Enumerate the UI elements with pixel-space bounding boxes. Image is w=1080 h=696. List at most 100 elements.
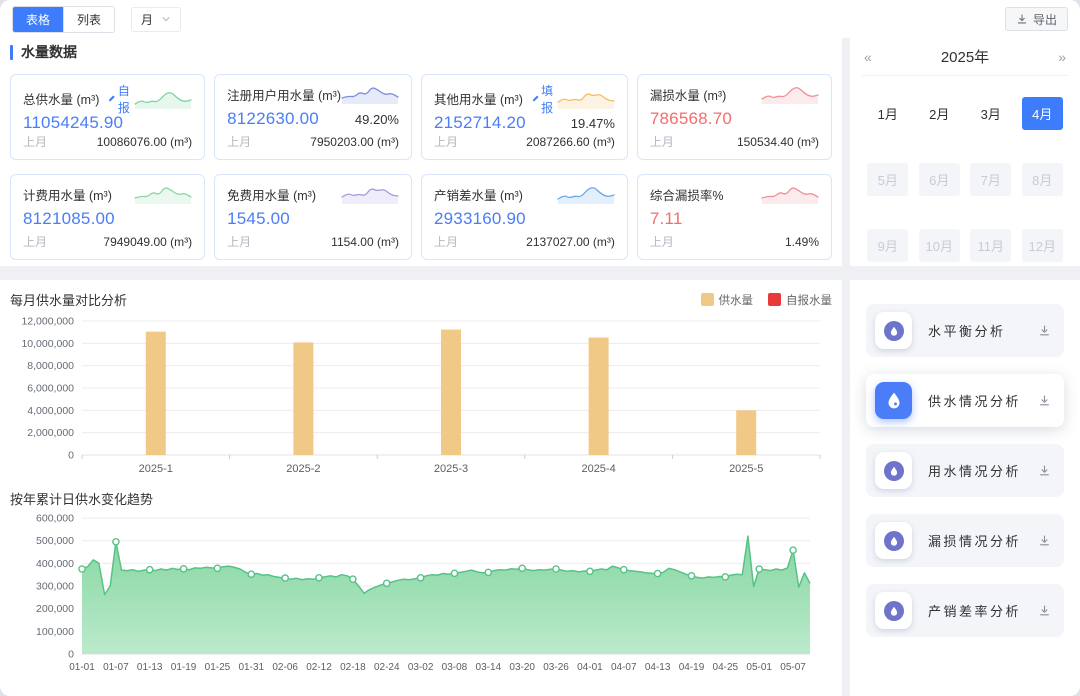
svg-text:04-13: 04-13 xyxy=(645,662,671,673)
prev-month-label: 上月 xyxy=(227,133,251,150)
analysis-item-label: 漏损情况分析 xyxy=(928,531,1021,550)
sparkline xyxy=(557,184,615,204)
download-icon xyxy=(1038,464,1051,477)
stat-card-footer: 上月2087266.60 (m³) xyxy=(434,133,615,150)
period-select[interactable]: 月 xyxy=(131,7,181,32)
svg-text:03-26: 03-26 xyxy=(543,662,569,673)
prev-month-value: 10086076.00 (m³) xyxy=(97,135,192,149)
stat-card-footer: 上月1154.00 (m³) xyxy=(227,233,399,250)
stat-card-title: 总供水量 (m³) xyxy=(23,89,99,108)
export-button[interactable]: 导出 xyxy=(1005,7,1068,31)
month-cell-1月[interactable]: 1月 xyxy=(867,97,908,130)
stat-card-footer: 上月150534.40 (m³) xyxy=(650,133,819,150)
calendar-months-grid: 1月2月3月4月5月6月7月8月9月10月11月12月 xyxy=(862,76,1068,262)
stat-card-header: 注册用户用水量 (m³) xyxy=(227,84,399,104)
svg-text:200,000: 200,000 xyxy=(36,603,74,615)
stat-card-footer: 上月 7949049.00 (m³) xyxy=(23,233,192,250)
view-toggle-list[interactable]: 列表 xyxy=(63,7,114,32)
prev-month-label: 上月 xyxy=(227,233,251,250)
analysis-item[interactable]: 用水情况分析 xyxy=(866,444,1064,497)
stat-card-value: 7.11 xyxy=(650,209,683,229)
svg-text:01-01: 01-01 xyxy=(69,662,95,673)
calendar-prev-year-button[interactable]: « xyxy=(862,49,874,65)
stat-card-value: 2933160.90 xyxy=(434,209,526,229)
section-accent-bar xyxy=(10,45,13,60)
svg-text:8,000,000: 8,000,000 xyxy=(27,360,74,372)
stat-cards-grid: 总供水量 (m³) 自报11054245.90 上月 10086076.00 (m³)… xyxy=(10,74,832,260)
analysis-item[interactable]: 水平衡分析 xyxy=(866,304,1064,357)
stat-card-value: 11054245.90 xyxy=(23,113,123,133)
analysis-download-button[interactable] xyxy=(1038,324,1051,337)
svg-text:02-24: 02-24 xyxy=(374,662,400,673)
legend-item[interactable]: 自报水量 xyxy=(768,292,832,308)
area-chart-header: 按年累计日供水变化趋势 xyxy=(10,489,832,508)
svg-text:02-06: 02-06 xyxy=(272,662,298,673)
right-column: « 2025年 » 1月2月3月4月5月6月7月8月9月10月11月12月 水平… xyxy=(850,38,1080,696)
prev-month-label: 上月 xyxy=(23,233,47,250)
sparkline-icon xyxy=(341,184,399,204)
sparkline-icon xyxy=(341,84,399,104)
legend-swatch xyxy=(768,293,781,306)
legend-item[interactable]: 供水量 xyxy=(701,292,754,308)
area-chart: 0100,000200,000300,000400,000500,000600,… xyxy=(10,510,830,690)
stat-card-percent: 49.20% xyxy=(355,112,399,127)
bar-chart: 02,000,0004,000,0006,000,0008,000,00010,… xyxy=(10,311,830,483)
svg-text:2025-3: 2025-3 xyxy=(434,463,468,475)
svg-text:04-25: 04-25 xyxy=(713,662,739,673)
view-toggle: 表格 列表 xyxy=(12,6,115,33)
analysis-item[interactable]: 供水情况分析 xyxy=(866,374,1064,427)
analysis-item[interactable]: 漏损情况分析 xyxy=(866,514,1064,567)
svg-text:01-25: 01-25 xyxy=(205,662,231,673)
analysis-download-button[interactable] xyxy=(1038,534,1051,547)
stat-card-header: 免费用水量 (m³) xyxy=(227,184,399,204)
analysis-item-label: 用水情况分析 xyxy=(928,461,1021,480)
svg-text:10,000,000: 10,000,000 xyxy=(21,338,74,350)
month-cell-2月[interactable]: 2月 xyxy=(919,97,960,130)
svg-text:500,000: 500,000 xyxy=(36,535,74,547)
analysis-download-button[interactable] xyxy=(1038,464,1051,477)
analysis-item-label: 水平衡分析 xyxy=(928,321,1006,340)
analysis-download-button[interactable] xyxy=(1038,394,1051,407)
stats-section: 水量数据 总供水量 (m³) 自报11054245.90 上月 10086076.00… xyxy=(0,38,842,266)
stat-card-header: 产销差水量 (m³) xyxy=(434,184,615,204)
stat-card: 免费用水量 (m³) 1545.00 上月1154.00 (m³) xyxy=(214,174,412,260)
download-icon xyxy=(1016,13,1028,25)
water-drop-icon xyxy=(875,382,912,419)
svg-text:05-07: 05-07 xyxy=(780,662,806,673)
stat-card: 注册用户用水量 (m³) 8122630.0049.20% 上月 7950203.00… xyxy=(214,74,412,160)
month-cell-3月[interactable]: 3月 xyxy=(970,97,1011,130)
view-toggle-table[interactable]: 表格 xyxy=(13,7,63,32)
report-link[interactable]: 填报 xyxy=(532,82,557,116)
report-link-label: 填报 xyxy=(541,82,557,116)
svg-text:2025-4: 2025-4 xyxy=(581,463,615,475)
month-cell-4月[interactable]: 4月 xyxy=(1022,97,1063,130)
stat-card-value-row: 8121085.00 xyxy=(23,209,192,229)
calendar-next-year-button[interactable]: » xyxy=(1056,49,1068,65)
bar-chart-legend: 供水量自报水量 xyxy=(701,292,833,308)
prev-month-label: 上月 xyxy=(650,233,674,250)
svg-text:03-02: 03-02 xyxy=(408,662,434,673)
divider xyxy=(842,38,850,696)
analysis-item-label: 产销差率分析 xyxy=(928,601,1021,620)
download-icon xyxy=(1038,534,1051,547)
svg-text:03-08: 03-08 xyxy=(442,662,468,673)
prev-month-value: 7950203.00 (m³) xyxy=(310,135,399,149)
stat-card-value-row: 8122630.0049.20% xyxy=(227,109,399,129)
stat-card-value: 1545.00 xyxy=(227,209,290,229)
section-header: 水量数据 xyxy=(10,42,832,62)
analysis-item[interactable]: 产销差率分析 xyxy=(866,584,1064,637)
month-cell-12月: 12月 xyxy=(1022,229,1063,262)
stat-card-value: 2152714.20 xyxy=(434,113,526,133)
stat-card: 综合漏损率%7.11上月1.49% xyxy=(637,174,832,260)
svg-text:0: 0 xyxy=(68,450,74,462)
svg-text:400,000: 400,000 xyxy=(36,558,74,570)
sparkline xyxy=(341,184,399,204)
prev-month-value: 7949049.00 (m³) xyxy=(103,235,192,249)
sparkline-icon xyxy=(761,184,819,204)
section-title: 水量数据 xyxy=(21,42,77,62)
stat-card-title: 综合漏损率% xyxy=(650,185,724,204)
stat-card: 产销差水量 (m³)2933160.90上月2137027.00 (m³) xyxy=(421,174,628,260)
analysis-download-button[interactable] xyxy=(1038,604,1051,617)
svg-text:6,000,000: 6,000,000 xyxy=(27,383,74,395)
report-link[interactable]: 自报 xyxy=(108,82,134,116)
